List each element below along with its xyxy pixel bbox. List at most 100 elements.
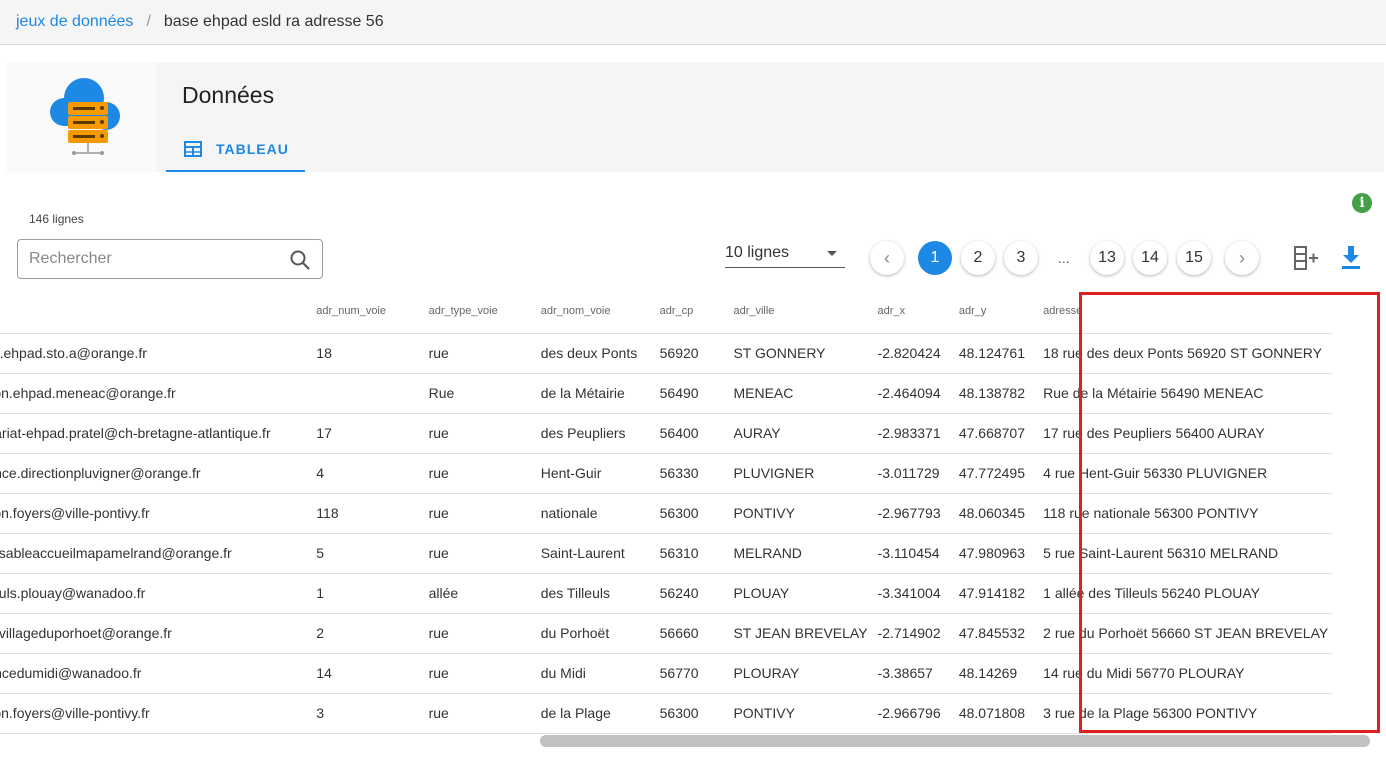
table-cell: 47.914182 (948, 573, 1034, 614)
table-cell: -2.966796 (867, 693, 949, 734)
breadcrumb-link-datasets[interactable]: jeux de données (16, 13, 133, 31)
rows-per-page-select[interactable]: 10 lignes (725, 244, 845, 268)
column-header[interactable]: adr_ville (723, 289, 868, 334)
table-cell: -2.714902 (867, 613, 949, 654)
caret-down-icon (827, 251, 837, 256)
table-header-row: courriel adr_num_voie adr_type_voie adr_… (0, 289, 1332, 334)
table-cell: direction.foyers@ville-pontivy.fr (0, 693, 307, 734)
search-icon[interactable] (289, 249, 311, 271)
table-cell: 48.060345 (948, 493, 1034, 534)
table-cell: PONTIVY (723, 693, 868, 734)
table-row[interactable]: direction.foyers@ville-pontivy.fr3ruede … (0, 693, 1332, 734)
cloud-server-icon (50, 78, 120, 155)
table-cell: 2 rue du Porhoët 56660 ST JEAN BREVELAY (1033, 613, 1332, 654)
table-cell: du Porhoët (530, 613, 650, 654)
table-row[interactable]: ehpad.villageduporhoet@orange.fr2ruedu P… (0, 613, 1332, 654)
info-icon[interactable]: i (1352, 193, 1372, 213)
table-cell: PLUVIGNER (723, 453, 868, 494)
pagination-page-15[interactable]: 15 (1177, 241, 1211, 275)
page-title: Données (182, 82, 275, 108)
table-cell: -3.011729 (867, 453, 949, 494)
table-cell: ehpad.villageduporhoet@orange.fr (0, 613, 307, 654)
pagination-page-1[interactable]: 1 (918, 241, 952, 275)
table-row[interactable]: direction.foyers@ville-pontivy.fr118ruen… (0, 493, 1332, 534)
table-cell: rue (418, 533, 531, 574)
table-cell: MELRAND (723, 533, 868, 574)
table-cell: 48.138782 (948, 373, 1034, 414)
table-cell: direction.foyers@ville-pontivy.fr (0, 493, 307, 534)
column-header[interactable]: adr_type_voie (418, 289, 531, 334)
table-cell: 47.845532 (948, 613, 1034, 654)
horizontal-scrollbar[interactable] (540, 735, 1370, 747)
table-row[interactable]: les.tilleuls.plouay@wanadoo.fr1alléedes … (0, 573, 1332, 614)
table-cell: PONTIVY (723, 493, 868, 534)
table-cell: -3.110454 (867, 533, 949, 574)
column-header[interactable]: adr_y (948, 289, 1034, 334)
table-row[interactable]: residencedumidi@wanadoo.fr14ruedu Midi56… (0, 653, 1332, 694)
table-row[interactable]: secretariat-ehpad.pratel@ch-bretagne-atl… (0, 413, 1332, 454)
table-cell: rue (418, 693, 531, 734)
table-cell: 2 (306, 613, 419, 654)
table-row[interactable]: accueil.ehpad.sto.a@orange.fr18ruedes de… (0, 333, 1332, 374)
table-cell: -2.967793 (867, 493, 949, 534)
table-cell: nationale (530, 493, 650, 534)
table-cell: residence.directionpluvigner@orange.fr (0, 453, 307, 494)
table-cell: 56770 (649, 653, 724, 694)
table-cell: PLOUAY (723, 573, 868, 614)
table-cell: 1 (306, 573, 419, 614)
column-header[interactable]: adr_num_voie (306, 289, 419, 334)
row-count: 146 lignes (29, 212, 84, 226)
breadcrumb-separator: / (146, 13, 151, 30)
download-icon[interactable] (1340, 244, 1362, 270)
table-row[interactable]: direction.ehpad.meneac@orange.fr Ruede la… (0, 373, 1332, 414)
add-column-icon[interactable] (1292, 244, 1320, 272)
pagination-page-3[interactable]: 3 (1004, 241, 1038, 275)
table-row[interactable]: responsableaccueilmapamelrand@orange.fr5… (0, 533, 1332, 574)
table-cell: 5 (306, 533, 419, 574)
table-cell: rue (418, 453, 531, 494)
table-cell: -3.341004 (867, 573, 949, 614)
table-cell: PLOURAY (723, 653, 868, 694)
table-cell: -3.38657 (867, 653, 949, 694)
table-cell: 4 (306, 453, 419, 494)
table-cell: Rue (418, 373, 531, 414)
dataset-logo (6, 62, 156, 172)
pagination-ellipsis: ... (1058, 250, 1070, 266)
table-cell: de la Métairie (530, 373, 650, 414)
table-cell: 47.668707 (948, 413, 1034, 454)
table-cell: 118 rue nationale 56300 PONTIVY (1033, 493, 1332, 534)
search-input[interactable] (18, 240, 278, 278)
data-table-viewport: courriel adr_num_voie adr_type_voie adr_… (0, 289, 1386, 734)
table-row[interactable]: residence.directionpluvigner@orange.fr4r… (0, 453, 1332, 494)
table-cell: ST GONNERY (723, 333, 868, 374)
search-field (17, 239, 323, 279)
column-header[interactable]: adr_nom_voie (530, 289, 650, 334)
table-cell: des deux Ponts (530, 333, 650, 374)
table-cell: 18 rue des deux Ponts 56920 ST GONNERY (1033, 333, 1332, 374)
table-cell: 3 (306, 693, 419, 734)
table-cell: 3 rue de la Plage 56300 PONTIVY (1033, 693, 1332, 734)
pagination-page-14[interactable]: 14 (1133, 241, 1167, 275)
column-header[interactable]: adr_x (867, 289, 949, 334)
column-header[interactable]: adr_cp (649, 289, 724, 334)
table-cell: accueil.ehpad.sto.a@orange.fr (0, 333, 307, 374)
table-cell: 47.772495 (948, 453, 1034, 494)
table-icon (184, 141, 202, 157)
tab-tableau[interactable]: TABLEAU (166, 128, 305, 172)
table-cell: MENEAC (723, 373, 868, 414)
table-cell: 18 (306, 333, 419, 374)
column-header[interactable]: courriel (0, 289, 307, 334)
pagination-next-button[interactable]: › (1225, 241, 1259, 275)
table-cell: 56330 (649, 453, 724, 494)
pagination-page-2[interactable]: 2 (961, 241, 995, 275)
table-cell: Hent-Guir (530, 453, 650, 494)
table-cell: 14 rue du Midi 56770 PLOURAY (1033, 653, 1332, 694)
table-cell: 118 (306, 493, 419, 534)
table-cell: 56310 (649, 533, 724, 574)
pagination-page-13[interactable]: 13 (1090, 241, 1124, 275)
pagination-prev-button[interactable]: ‹ (870, 241, 904, 275)
breadcrumb-current: base ehpad esld ra adresse 56 (163, 13, 384, 30)
table-cell: des Peupliers (530, 413, 650, 454)
column-header[interactable]: adresse (1033, 289, 1332, 334)
table-cell: rue (418, 333, 531, 374)
